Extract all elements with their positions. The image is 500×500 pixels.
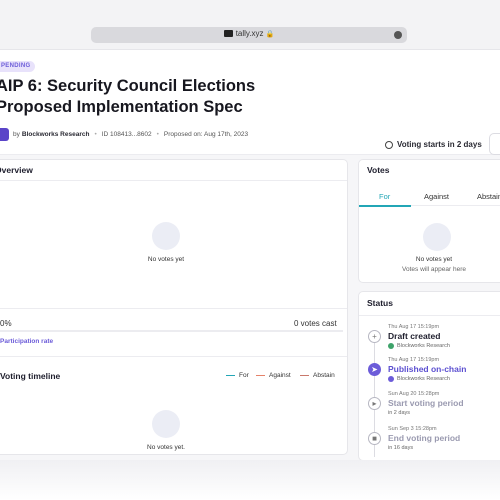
votes-title: Votes xyxy=(367,165,390,175)
page-bottom-shadow xyxy=(0,460,500,500)
voting-timeline-title: Voting timeline xyxy=(0,371,61,381)
participation-bar xyxy=(0,330,343,332)
status-sub: in 16 days xyxy=(388,445,413,451)
meta-separator: • xyxy=(156,130,159,138)
status-sub-text: Blockworks Research xyxy=(397,376,450,382)
overview-empty-text: No votes yet xyxy=(147,256,185,263)
stop-icon: ■ xyxy=(368,432,381,445)
active-tab-indicator xyxy=(359,205,411,207)
status-sub-text: in 2 days xyxy=(388,410,411,416)
empty-state-icon xyxy=(152,222,180,250)
legend-swatch xyxy=(226,374,235,377)
votes-empty-text: No votes yet xyxy=(415,256,453,263)
tab-abstain[interactable]: Abstain xyxy=(477,192,500,201)
votes-tabs: For Against Abstain xyxy=(359,184,500,207)
status-sub: Blockworks Research xyxy=(388,376,450,382)
plus-icon: + xyxy=(368,330,381,343)
status-card: Status + Thu Aug 17 15:19pm Draft create… xyxy=(358,291,500,461)
votes-appear-text: Votes will appear here xyxy=(402,266,466,273)
legend-swatch xyxy=(300,374,309,377)
overview-title: Overview xyxy=(0,165,33,175)
status-date: Thu Aug 17 15:19pm xyxy=(388,324,440,330)
empty-state-icon xyxy=(152,410,180,438)
status-date: Sun Sep 3 15:28pm xyxy=(388,426,437,432)
status-item-end-voting: ■ Sun Sep 3 15:28pm End voting period in… xyxy=(368,426,500,460)
voting-status: Voting starts in 2 days xyxy=(385,140,482,149)
send-icon: ➤ xyxy=(368,363,381,376)
author-avatar xyxy=(388,376,394,382)
status-sub: in 2 days xyxy=(388,410,410,416)
status-sub: Blockworks Research xyxy=(388,343,450,349)
by-label: by xyxy=(13,130,20,138)
more-options-button[interactable]: ⋮ xyxy=(489,133,500,155)
legend-label: For xyxy=(239,372,249,379)
voting-status-text: Voting starts in 2 days xyxy=(397,140,482,149)
overview-card: Overview No votes yet 0% 0 votes cast Pa… xyxy=(0,159,348,455)
empty-state-icon xyxy=(423,223,451,251)
status-item-draft: + Thu Aug 17 15:19pm Draft created Block… xyxy=(368,324,500,358)
url-text: tally.xyz xyxy=(235,29,264,38)
legend-abstain: Abstain xyxy=(300,372,335,379)
browser-toolbar: tally.xyz 🔒 xyxy=(0,0,500,50)
legend-label: Abstain xyxy=(313,372,335,379)
votes-card: Votes For Against Abstain No votes yet V… xyxy=(358,159,500,283)
divider xyxy=(0,356,347,357)
timeline-empty-text: No votes yet. xyxy=(147,444,185,451)
status-label: End voting period xyxy=(388,433,461,443)
lock-icon: 🔒 xyxy=(265,31,275,38)
status-date: Sun Aug 20 15:28pm xyxy=(388,391,440,397)
proposal-meta: by Blockworks Research • ID 108413...860… xyxy=(0,127,248,141)
tab-for[interactable]: For xyxy=(379,192,390,201)
divider xyxy=(0,180,347,181)
proposed-date: Proposed on: Aug 17th, 2023 xyxy=(163,130,249,138)
status-label: Draft created xyxy=(388,331,441,341)
author-avatar[interactable] xyxy=(0,127,9,141)
status-sub-text: in 16 days xyxy=(388,445,414,451)
divider xyxy=(0,308,347,309)
divider xyxy=(359,315,500,316)
meta-separator: • xyxy=(94,130,97,138)
play-icon: ▸ xyxy=(368,397,381,410)
status-badge: PENDING xyxy=(0,61,36,72)
proposal-id[interactable]: ID 108413...8602 xyxy=(102,131,152,138)
author-avatar xyxy=(388,343,394,349)
status-label: Start voting period xyxy=(388,398,464,408)
status-label: Published on-chain xyxy=(388,364,467,374)
status-title: Status xyxy=(367,298,393,308)
legend-swatch xyxy=(256,374,265,377)
clock-icon xyxy=(385,140,393,149)
author-link[interactable]: Blockworks Research xyxy=(22,131,90,138)
tab-against[interactable]: Against xyxy=(424,192,449,201)
url-display: tally.xyz 🔒 xyxy=(91,29,407,38)
legend-for: For xyxy=(226,372,249,379)
status-sub-text: Blockworks Research xyxy=(397,343,450,349)
votes-cast: 0 votes cast xyxy=(294,319,337,328)
status-date: Thu Aug 17 15:19pm xyxy=(388,357,440,363)
legend-against: Against xyxy=(256,372,291,379)
address-bar[interactable]: tally.xyz 🔒 xyxy=(91,27,407,43)
main-content: Overview No votes yet 0% 0 votes cast Pa… xyxy=(0,155,500,461)
proposal-header: PENDING AIP 6: Security Council Election… xyxy=(0,50,500,155)
status-item-published[interactable]: ➤ Thu Aug 17 15:19pm Published on-chain … xyxy=(368,357,500,391)
proposal-title: AIP 6: Security Council Elections Propos… xyxy=(0,77,256,116)
more-circle-icon[interactable] xyxy=(394,31,402,39)
participation-percent: 0% xyxy=(0,319,12,328)
tally-logo-icon xyxy=(223,30,233,37)
status-item-start-voting: ▸ Sun Aug 20 15:28pm Start voting period… xyxy=(368,391,500,425)
legend-label: Against xyxy=(269,372,291,379)
participation-label: Participation rate xyxy=(0,338,54,345)
